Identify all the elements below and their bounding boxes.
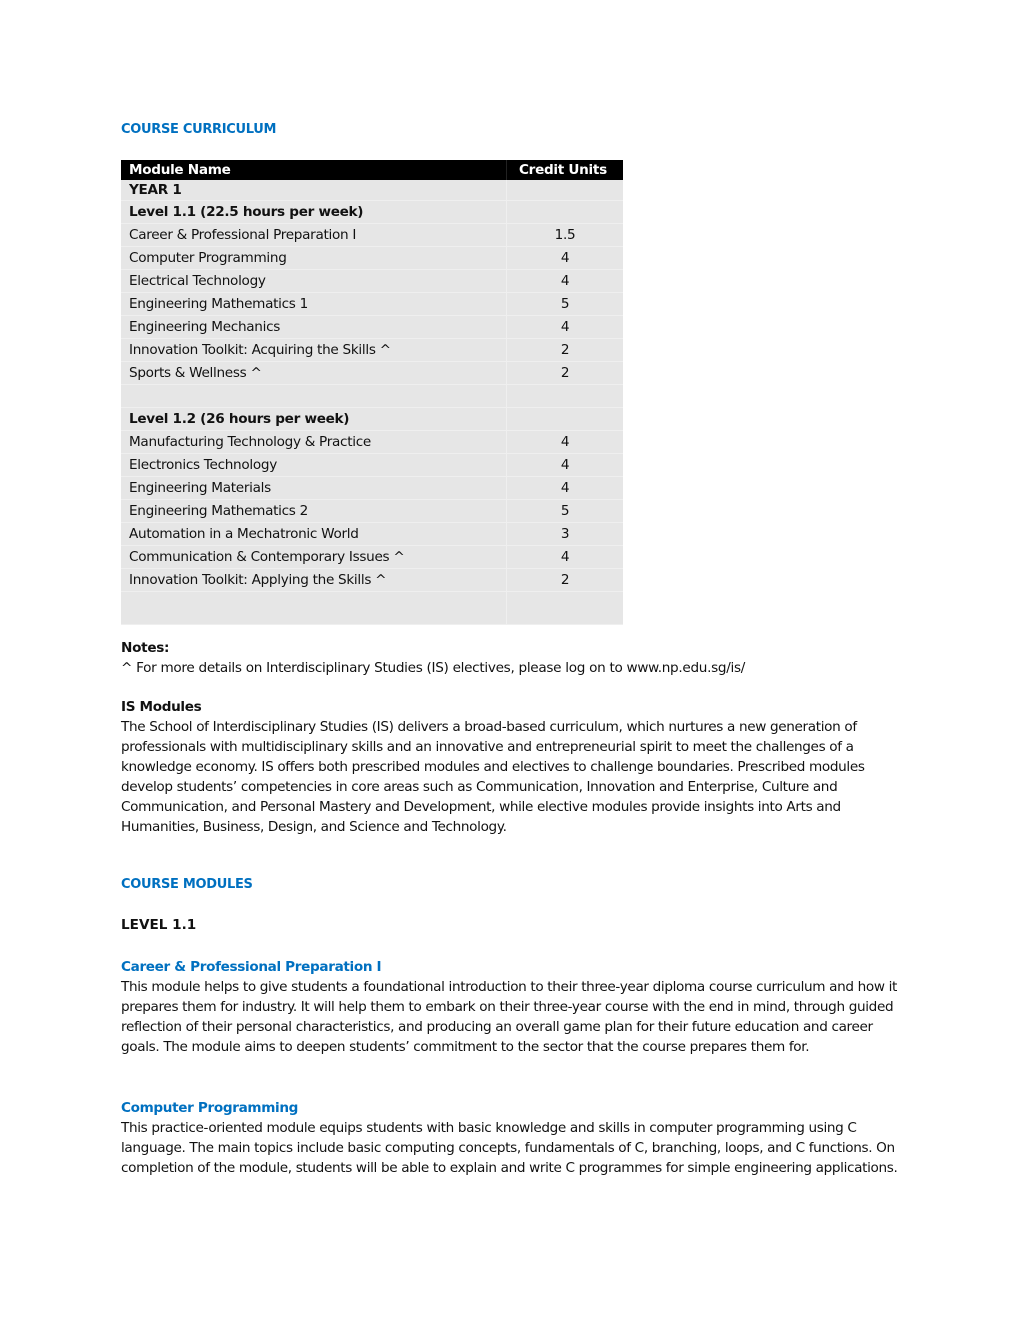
- module-name: Engineering Mathematics 1: [121, 292, 507, 316]
- credit-units: 3: [506, 522, 623, 546]
- table-row: Engineering Mechanics 4: [121, 315, 623, 339]
- module-name: Manufacturing Technology & Practice: [121, 430, 507, 454]
- module-name: Sports & Wellness ^: [121, 361, 507, 385]
- module-title: Career & Professional Preparation I: [121, 959, 382, 975]
- is-modules-title: IS Modules: [121, 699, 202, 715]
- credit-units: 4: [506, 246, 623, 270]
- module-name: Electronics Technology: [121, 453, 507, 477]
- is-modules-text: The School of Interdisciplinary Studies …: [121, 719, 865, 835]
- level-1-2-title: Level 1.2 (26 hours per week): [121, 407, 507, 431]
- spacer-row: [121, 384, 623, 408]
- table-row: Engineering Mathematics 1 5: [121, 292, 623, 316]
- year-row: YEAR 1: [121, 180, 623, 201]
- module-name: Engineering Mathematics 2: [121, 499, 507, 523]
- credit-units: 4: [506, 476, 623, 500]
- credit-units: 2: [506, 568, 623, 592]
- credit-units: 2: [506, 338, 623, 362]
- module-name: Innovation Toolkit: Acquiring the Skills…: [121, 338, 507, 362]
- credit-units: 4: [506, 269, 623, 293]
- table-row: Engineering Mathematics 2 5: [121, 499, 623, 523]
- credit-units: 4: [506, 545, 623, 569]
- module-description: Computer Programming This practice-orien…: [121, 1098, 911, 1178]
- level-row: Level 1.2 (26 hours per week): [121, 407, 623, 431]
- module-description: Career & Professional Preparation I This…: [121, 957, 911, 1057]
- credit-units: 4: [506, 453, 623, 477]
- table-row: Automation in a Mechatronic World 3: [121, 522, 623, 546]
- level-row: Level 1.1 (22.5 hours per week): [121, 200, 623, 224]
- module-text: This practice-oriented module equips stu…: [121, 1120, 898, 1176]
- column-header-credit-units: Credit Units: [506, 160, 623, 180]
- module-name: Innovation Toolkit: Applying the Skills …: [121, 568, 507, 592]
- spacer-row: [121, 591, 623, 625]
- notes-label: Notes:: [121, 640, 170, 656]
- table-row: Innovation Toolkit: Applying the Skills …: [121, 568, 623, 592]
- table-row: Career & Professional Preparation I 1.5: [121, 223, 623, 247]
- table-header-row: Module Name Credit Units: [121, 160, 623, 180]
- module-text: This module helps to give students a fou…: [121, 979, 898, 1055]
- course-modules-heading: COURSE MODULES: [121, 877, 253, 892]
- curriculum-table: Module Name Credit Units YEAR 1 Level 1.…: [121, 160, 623, 625]
- module-name: Electrical Technology: [121, 269, 507, 293]
- module-name: Communication & Contemporary Issues ^: [121, 545, 507, 569]
- module-name: Engineering Mechanics: [121, 315, 507, 339]
- table-row: Manufacturing Technology & Practice 4: [121, 430, 623, 454]
- table-row: Communication & Contemporary Issues ^ 4: [121, 545, 623, 569]
- notes-text: ^ For more details on Interdisciplinary …: [121, 660, 746, 676]
- credit-units: 5: [506, 499, 623, 523]
- table-row: Computer Programming 4: [121, 246, 623, 270]
- is-modules-section: IS Modules The School of Interdisciplina…: [121, 697, 911, 837]
- course-curriculum-heading: COURSE CURRICULUM: [121, 122, 277, 137]
- credit-units: 4: [506, 430, 623, 454]
- credit-units: 5: [506, 292, 623, 316]
- column-header-module-name: Module Name: [121, 160, 507, 180]
- module-name: Engineering Materials: [121, 476, 507, 500]
- level-1-1-title: Level 1.1 (22.5 hours per week): [121, 200, 507, 224]
- table-row: Innovation Toolkit: Acquiring the Skills…: [121, 338, 623, 362]
- table-row: Electrical Technology 4: [121, 269, 623, 293]
- year-label: YEAR 1: [121, 180, 507, 201]
- credit-units: 4: [506, 315, 623, 339]
- table-row: Electronics Technology 4: [121, 453, 623, 477]
- module-name: Career & Professional Preparation I: [121, 223, 507, 247]
- level-1-1-heading: LEVEL 1.1: [121, 917, 197, 933]
- module-name: Computer Programming: [121, 246, 507, 270]
- table-row: Sports & Wellness ^ 2: [121, 361, 623, 385]
- credit-units: 2: [506, 361, 623, 385]
- module-name: Automation in a Mechatronic World: [121, 522, 507, 546]
- table-row: Engineering Materials 4: [121, 476, 623, 500]
- module-title: Computer Programming: [121, 1100, 299, 1116]
- credit-units: 1.5: [506, 223, 623, 247]
- notes-section: Notes: ^ For more details on Interdiscip…: [121, 638, 745, 678]
